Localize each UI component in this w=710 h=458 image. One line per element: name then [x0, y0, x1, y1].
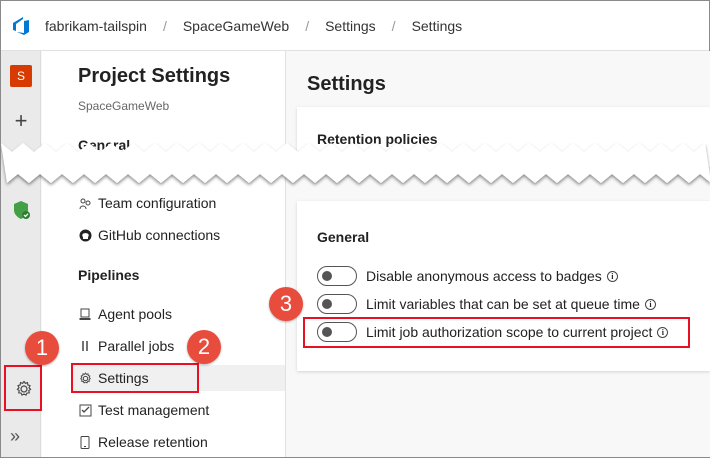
callout-1: 1 [25, 331, 59, 365]
setting-limit-queue-variables: Limit variables that can be set at queue… [317, 293, 656, 315]
shield-check-icon[interactable] [10, 199, 32, 226]
nav-item-release-retention[interactable]: Release retention [72, 429, 282, 455]
highlight-box-project-settings [4, 365, 42, 411]
card-title-retention-policies: Retention policies [317, 131, 438, 147]
nav-item-label: Release retention [98, 434, 208, 450]
nav-item-test-management[interactable]: Test management [72, 397, 282, 423]
toggle-limit-queue-variables[interactable] [317, 294, 357, 314]
nav-item-agent-pools[interactable]: Agent pools [72, 301, 282, 327]
top-bar: fabrikam-tailspin / SpaceGameWeb / Setti… [1, 1, 709, 51]
project-settings-nav: Project Settings SpaceGameWeb General Te… [42, 51, 286, 457]
nav-item-label: Test management [98, 402, 210, 418]
breadcrumb-separator: / [162, 17, 167, 34]
nav-item-github-connections[interactable]: GitHub connections [72, 222, 282, 248]
highlight-box-settings-nav [71, 363, 199, 393]
agent-pool-icon [78, 307, 92, 321]
nav-title: Project Settings [78, 65, 231, 87]
nav-item-label: GitHub connections [98, 227, 221, 243]
breadcrumb-settings[interactable]: Settings [321, 18, 380, 34]
retention-policies-card: Retention policies [297, 107, 710, 167]
nav-heading-pipelines: Pipelines [78, 267, 140, 283]
nav-item-parallel-jobs[interactable]: Parallel jobs [72, 333, 282, 359]
page-title: Settings [307, 73, 386, 95]
nav-item-label: Team configuration [98, 195, 217, 211]
nav-project-name: SpaceGameWeb [78, 99, 170, 113]
card-title-general: General [317, 229, 370, 245]
team-icon [78, 196, 92, 210]
breadcrumb-separator: / [391, 17, 396, 34]
toggle-disable-anonymous-badges[interactable] [317, 266, 357, 286]
project-avatar[interactable]: S [10, 65, 32, 87]
breadcrumb-organization[interactable]: fabrikam-tailspin [41, 18, 151, 34]
breadcrumb-separator: / [305, 17, 310, 34]
add-icon[interactable]: + [10, 108, 32, 134]
expand-rail-icon[interactable]: » [10, 426, 20, 447]
callout-2: 2 [187, 330, 221, 364]
breadcrumb-project[interactable]: SpaceGameWeb [179, 18, 293, 34]
setting-disable-anonymous-badges: Disable anonymous access to badges i [317, 265, 618, 287]
setting-label: Limit variables that can be set at queue… [366, 296, 640, 312]
parallel-icon [78, 339, 92, 353]
highlight-box-job-scope-toggle [303, 317, 690, 348]
azure-devops-logo-icon[interactable] [1, 1, 41, 51]
breadcrumb-current[interactable]: Settings [408, 18, 467, 34]
main-content: Settings Retention policies General Disa… [287, 51, 710, 457]
setting-label: Disable anonymous access to badges [366, 268, 602, 284]
info-icon[interactable]: i [606, 270, 618, 282]
nav-item-label: Agent pools [98, 306, 172, 322]
nav-item-team-configuration[interactable]: Team configuration [72, 190, 282, 216]
test-management-icon [78, 403, 92, 417]
nav-item-label: Parallel jobs [98, 338, 175, 354]
phone-icon [78, 435, 92, 449]
info-icon[interactable]: i [644, 298, 656, 310]
breadcrumb: fabrikam-tailspin / SpaceGameWeb / Setti… [41, 18, 466, 34]
github-icon [78, 228, 92, 242]
callout-3: 3 [269, 287, 303, 321]
nav-heading-general: General [78, 137, 131, 153]
